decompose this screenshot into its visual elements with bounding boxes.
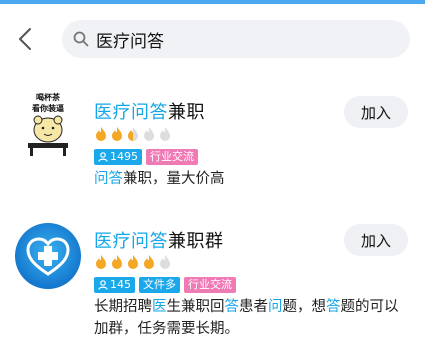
flame-empty-icon (144, 127, 154, 141)
top-accent-bar (0, 0, 425, 4)
category-tag: 行业交流 (146, 149, 198, 165)
group-avatar (14, 222, 82, 290)
avatar-text-1: 喝杯茶 (36, 92, 61, 102)
group-description: 长期招聘医生兼职回答患者问题，想答题的可以 加群，任务需要长期。 (94, 296, 412, 340)
desc-text: 题的可以 (340, 299, 399, 315)
group-name-rest: 兼职 (168, 102, 205, 123)
person-icon (98, 152, 108, 162)
desc-highlight: 答 (224, 299, 240, 315)
flame-empty-icon (160, 255, 170, 269)
flame-empty-icon (160, 127, 170, 141)
flame-half-icon (128, 127, 138, 141)
desc-highlight: 医 (152, 299, 167, 315)
member-count: 1495 (110, 150, 138, 163)
flame-icon (112, 127, 122, 141)
desc-text: 题，想 (282, 299, 327, 315)
search-query[interactable]: 医疗问答 (96, 27, 164, 52)
avatar-text-2: 看你装逼 (31, 103, 64, 113)
group-badges: 145 文件多 行业交流 (94, 277, 236, 294)
activity-flames (94, 254, 172, 270)
desc-text: 加群，任务需要长期。 (94, 321, 239, 337)
group-name-rest: 兼职群 (168, 231, 224, 252)
flame-icon (112, 255, 122, 269)
desc-text: 生兼职回 (166, 299, 225, 315)
flame-icon (96, 255, 106, 269)
desc-highlight: 答 (326, 299, 341, 315)
member-count-badge: 1495 (94, 149, 142, 165)
desc-text: 长期招聘 (94, 299, 152, 315)
group-avatar: 喝杯茶 看你装逼 (14, 90, 82, 158)
desc-highlight: 问答 (94, 171, 123, 187)
person-icon (98, 280, 108, 290)
desc-text: 兼职，量大价高 (123, 171, 225, 187)
flame-icon (128, 255, 138, 269)
category-tag: 行业交流 (184, 277, 236, 293)
search-bar[interactable]: 医疗问答 (62, 20, 410, 58)
desc-highlight: 问 (268, 299, 283, 315)
group-name-highlight: 医疗问答 (94, 102, 168, 123)
files-tag: 文件多 (139, 277, 180, 293)
group-name[interactable]: 医疗问答兼职群 (94, 227, 224, 253)
group-description: 问答兼职，量大价高 (94, 168, 225, 190)
flame-icon (96, 127, 106, 141)
group-name[interactable]: 医疗问答兼职 (94, 98, 205, 124)
activity-flames (94, 126, 172, 142)
join-button[interactable]: 加入 (344, 224, 408, 256)
group-name-highlight: 医疗问答 (94, 231, 168, 252)
search-icon (72, 30, 90, 48)
join-button[interactable]: 加入 (344, 96, 408, 128)
desc-text: 患者 (239, 299, 268, 315)
flame-icon (144, 255, 154, 269)
group-badges: 1495 行业交流 (94, 149, 198, 166)
back-button[interactable] (14, 26, 36, 52)
chevron-left-icon (19, 28, 31, 50)
member-count-badge: 145 (94, 277, 135, 293)
member-count: 145 (110, 278, 131, 291)
